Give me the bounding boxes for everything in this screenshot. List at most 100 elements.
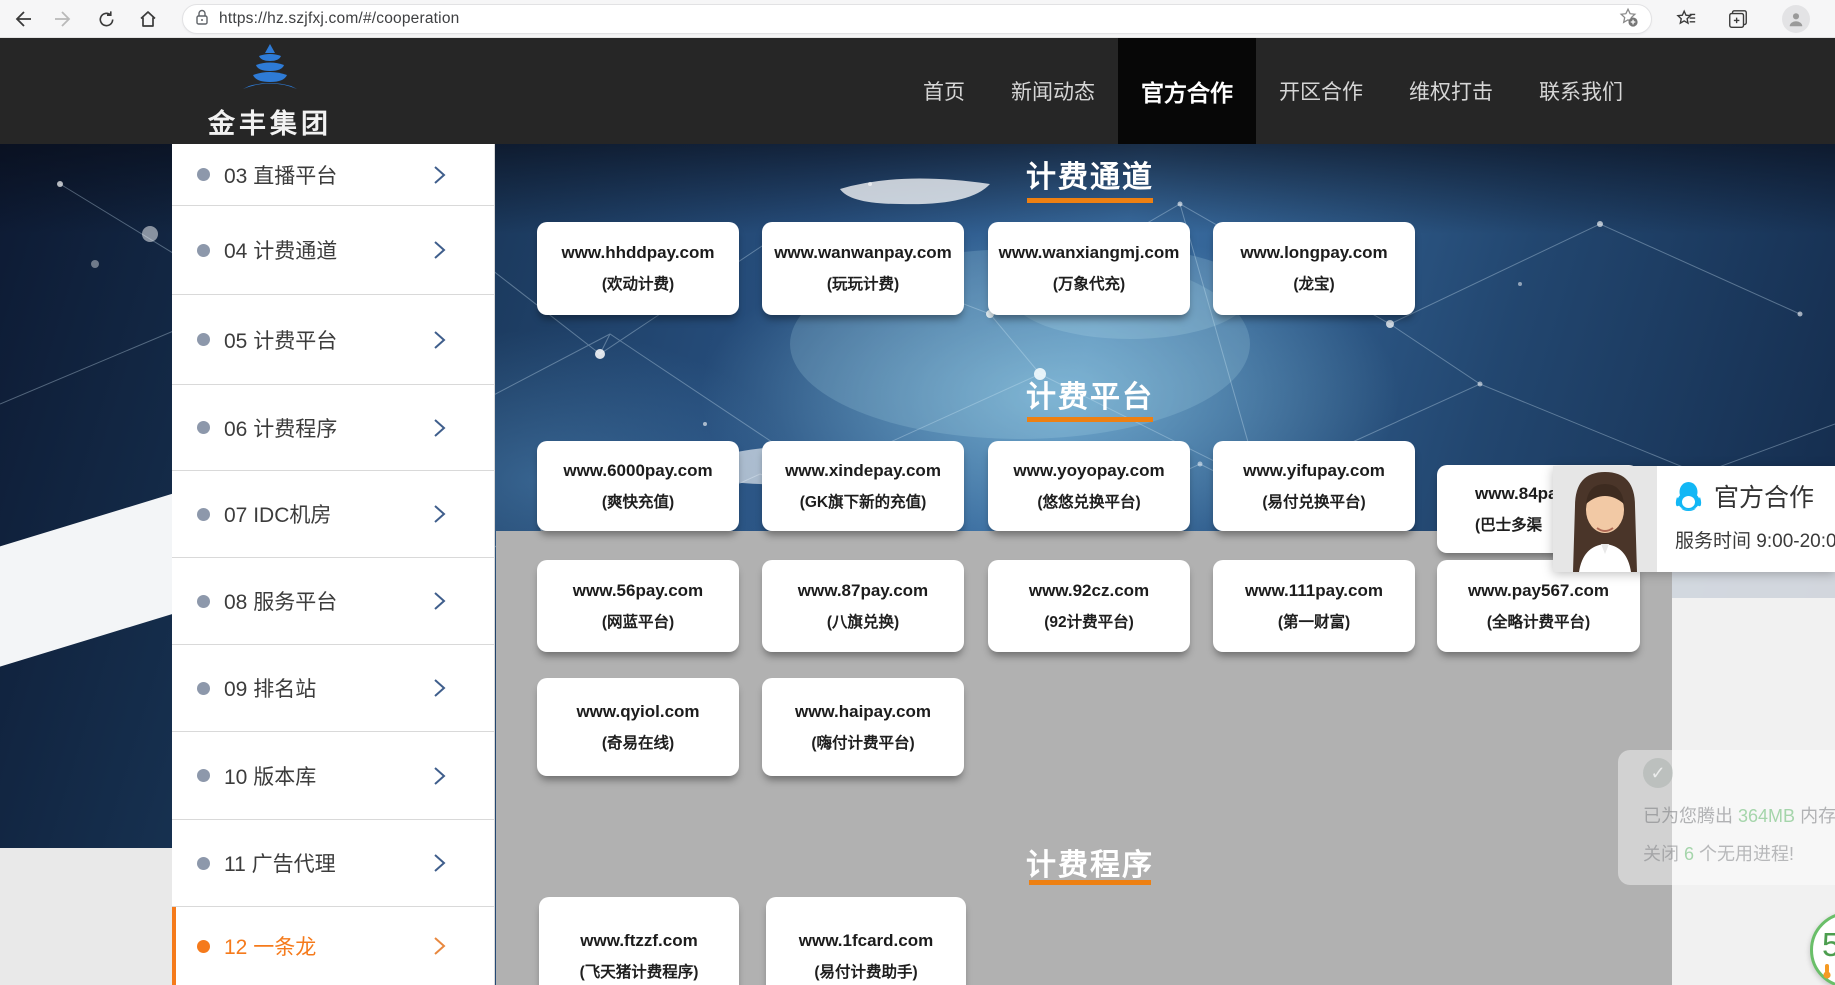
sidebar-item-ad-agency[interactable]: 11 广告代理	[172, 820, 494, 907]
card-name: (巴士多渠	[1475, 513, 1542, 535]
sidebar-item-label: 06 计费程序	[224, 413, 433, 443]
card-url: www.yoyopay.com	[1013, 461, 1164, 481]
sidebar-item-ranking[interactable]: 09 排名站	[172, 645, 494, 732]
add-favorite-icon[interactable]	[1617, 6, 1639, 33]
pagoda-logo-icon	[239, 44, 301, 96]
bullet-icon	[197, 857, 210, 870]
card-name: (易付兑换平台)	[1262, 490, 1365, 512]
sidebar-item-live-platform[interactable]: 03 直播平台	[172, 144, 494, 206]
bullet-icon	[197, 168, 210, 181]
section-underline	[1027, 417, 1153, 422]
card-url: www.hhddpay.com	[561, 243, 714, 263]
card-url: www.6000pay.com	[563, 461, 712, 481]
card-name: (网蓝平台)	[602, 610, 674, 632]
card-name: (92计费平台)	[1044, 610, 1134, 632]
platform-card[interactable]: www.1fcard.com (易付计费助手)	[766, 897, 966, 985]
platform-card[interactable]: www.111pay.com (第一财富)	[1213, 560, 1415, 652]
sidebar-item-label: 09 排名站	[224, 673, 433, 703]
platform-card[interactable]: www.92cz.com (92计费平台)	[988, 560, 1190, 652]
card-url: www.xindepay.com	[785, 461, 941, 481]
card-url: www.111pay.com	[1245, 581, 1383, 601]
main-nav: 首页 新闻动态 官方合作 开区合作 维权打击 联系我们	[900, 38, 1646, 144]
card-url: www.92cz.com	[1029, 581, 1149, 601]
service-widget-body: 官方合作 服务时间 9:00-20:00	[1657, 466, 1835, 572]
card-name: (欢动计费)	[602, 272, 674, 294]
refresh-icon[interactable]	[92, 5, 120, 33]
bullet-icon	[197, 333, 210, 346]
site-logo[interactable]: 金丰集团 JIN FENG JI TUAN	[200, 44, 340, 153]
platform-card[interactable]: www.xindepay.com (GK旗下新的充值)	[762, 441, 964, 531]
card-url: www.wanxiangmj.com	[999, 243, 1180, 263]
platform-card[interactable]: www.qyiol.com (奇易在线)	[537, 678, 739, 776]
nav-item-official-cooperation[interactable]: 官方合作	[1118, 38, 1256, 144]
platform-card[interactable]: www.87pay.com (八旗兑换)	[762, 560, 964, 652]
sidebar-item-one-stop[interactable]: 12 一条龙	[172, 907, 494, 985]
logo-title: 金丰集团	[200, 102, 340, 141]
bullet-icon	[197, 595, 210, 608]
card-url: www.84pa	[1475, 484, 1558, 504]
memory-cleaner-toast: ✓ 已为您腾出 364MB 内存, 关闭 6 个无用进程!	[1618, 750, 1835, 885]
platform-card[interactable]: www.ftzzf.com (飞天猪计费程序)	[539, 897, 739, 985]
sidebar-item-billing-program[interactable]: 06 计费程序	[172, 385, 494, 471]
profile-avatar[interactable]	[1782, 5, 1810, 33]
service-hours: 服务时间 9:00-20:00	[1675, 526, 1835, 553]
sidebar-item-billing-platform[interactable]: 05 计费平台	[172, 295, 494, 385]
sidebar-item-label: 03 直播平台	[224, 160, 433, 190]
card-name: (嗨付计费平台)	[811, 731, 914, 753]
platform-card[interactable]: www.56pay.com (网蓝平台)	[537, 560, 739, 652]
nav-item-zone-cooperation[interactable]: 开区合作	[1256, 38, 1386, 144]
sidebar-item-label: 10 版本库	[224, 761, 433, 791]
card-name: (飞天猪计费程序)	[580, 960, 699, 982]
lock-icon	[195, 9, 209, 30]
nav-item-contact[interactable]: 联系我们	[1516, 38, 1646, 144]
platform-card[interactable]: www.haipay.com (嗨付计费平台)	[762, 678, 964, 776]
card-url: www.1fcard.com	[799, 931, 933, 951]
service-agent-photo	[1553, 466, 1657, 572]
card-name: (玩玩计费)	[827, 272, 899, 294]
sidebar-item-billing-channel[interactable]: 04 计费通道	[172, 206, 494, 295]
badge-score: 5	[1822, 926, 1835, 964]
card-url: www.pay567.com	[1468, 581, 1609, 601]
sidebar-item-service-platform[interactable]: 08 服务平台	[172, 558, 494, 645]
platform-card[interactable]: www.yifupay.com (易付兑换平台)	[1213, 441, 1415, 531]
nav-item-home[interactable]: 首页	[900, 38, 988, 144]
site-header: 金丰集团 JIN FENG JI TUAN 首页 新闻动态 官方合作 开区合作 …	[0, 38, 1835, 144]
sidebar-item-idc[interactable]: 07 IDC机房	[172, 471, 494, 558]
platform-card[interactable]: www.wanxiangmj.com (万象代充)	[988, 222, 1190, 315]
sidebar-menu: 03 直播平台 04 计费通道 05 计费平台 06 计费程序 07 IDC机房…	[172, 144, 495, 985]
chevron-right-icon	[433, 418, 446, 438]
sidebar-item-version-library[interactable]: 10 版本库	[172, 732, 494, 820]
platform-card[interactable]: www.yoyopay.com (悠悠兑换平台)	[988, 441, 1190, 531]
customer-service-widget[interactable]: 官方合作 服务时间 9:00-20:00	[1553, 466, 1835, 572]
platform-card[interactable]: www.wanwanpay.com (玩玩计费)	[762, 222, 964, 315]
service-widget-title: 官方合作	[1714, 478, 1814, 514]
nav-item-news[interactable]: 新闻动态	[988, 38, 1118, 144]
thermometer-icon	[1820, 963, 1834, 979]
favorites-bar-icon[interactable]	[1672, 5, 1700, 33]
back-icon[interactable]	[8, 5, 36, 33]
card-name: (奇易在线)	[602, 731, 674, 753]
chevron-right-icon	[433, 165, 446, 185]
card-name: (龙宝)	[1293, 272, 1334, 294]
card-name: (全略计费平台)	[1487, 610, 1590, 632]
address-bar[interactable]: https://hz.szjfxj.com/#/cooperation	[182, 4, 1652, 34]
platform-card[interactable]: www.6000pay.com (爽快充值)	[537, 441, 739, 531]
card-url: www.wanwanpay.com	[774, 243, 952, 263]
toast-line2: 关闭 6 个无用进程!	[1643, 840, 1794, 866]
bullet-icon	[197, 244, 210, 257]
platform-card[interactable]: www.hhddpay.com (欢动计费)	[537, 222, 739, 315]
section-title-billing-platform: 计费平台	[940, 372, 1240, 416]
platform-card[interactable]: www.longpay.com (龙宝)	[1213, 222, 1415, 315]
forward-icon[interactable]	[50, 5, 78, 33]
home-icon[interactable]	[134, 5, 162, 33]
screen: https://hz.szjfxj.com/#/cooperation 金丰集团	[0, 0, 1835, 985]
left-light-area	[0, 848, 172, 985]
card-url: www.56pay.com	[573, 581, 703, 601]
card-url: www.87pay.com	[798, 581, 928, 601]
platform-card[interactable]: www.pay567.com (全略计费平台)	[1437, 560, 1640, 652]
chevron-right-icon	[433, 330, 446, 350]
nav-item-rights-protection[interactable]: 维权打击	[1386, 38, 1516, 144]
card-url: www.qyiol.com	[576, 702, 699, 722]
chevron-right-icon	[433, 240, 446, 260]
collections-icon[interactable]	[1724, 5, 1752, 33]
